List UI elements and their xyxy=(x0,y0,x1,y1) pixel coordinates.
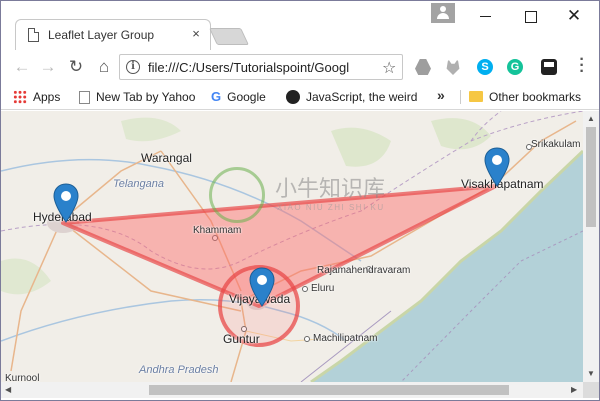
new-tab-button[interactable] xyxy=(209,28,249,45)
label-machilipatnam: Machilipatnam xyxy=(313,333,378,344)
title-bar: Leaflet Layer Group × ✕ xyxy=(1,1,599,50)
bookmark-apps[interactable]: Apps xyxy=(13,88,60,106)
bookmarks-bar: Apps New Tab by Yahoo G Google JavaScript… xyxy=(1,84,599,110)
visakhapatnam-marker-icon[interactable] xyxy=(484,147,510,187)
tab-close-icon[interactable]: × xyxy=(188,26,204,42)
leaflet-map[interactable]: 小牛知识库 XIAO NIU ZHI SHI KU Warangal Telan… xyxy=(1,111,583,382)
forest-area xyxy=(431,118,491,150)
reload-button[interactable]: ↻ xyxy=(65,55,87,79)
road xyxy=(10,220,62,372)
address-bar[interactable]: i file:///C:/Users/Tutorialspoint/Googl … xyxy=(119,54,403,80)
vijayawada-marker-icon[interactable] xyxy=(249,267,275,307)
bookmark-google[interactable]: G Google xyxy=(211,88,266,106)
bookmark-javascript[interactable]: JavaScript, the weird xyxy=(286,88,446,106)
label-warangal: Warangal xyxy=(141,151,192,165)
bookmark-label: New Tab by Yahoo xyxy=(96,90,196,104)
profile-icon[interactable] xyxy=(431,3,455,23)
label-rajamahendravaram: Rajamahendravaram xyxy=(317,265,411,276)
bookmark-label: Apps xyxy=(33,90,61,104)
hyderabad-marker-icon[interactable] xyxy=(53,183,79,223)
watermark-title: 小牛知识库 xyxy=(275,177,386,202)
more-bookmarks-icon[interactable]: » xyxy=(437,87,445,103)
info-icon[interactable]: i xyxy=(126,60,140,74)
page-icon xyxy=(79,91,90,104)
forest-area xyxy=(1,258,51,295)
watermark: 小牛知识库 XIAO NIU ZHI SHI KU xyxy=(209,167,409,227)
city-dot xyxy=(304,336,310,342)
bookmark-label: Other bookmarks xyxy=(489,90,582,104)
bookmark-label: JavaScript, the weird xyxy=(306,90,418,104)
bookmark-new-tab-by-yahoo[interactable]: New Tab by Yahoo xyxy=(79,88,195,106)
forest-area xyxy=(331,127,391,167)
js-icon xyxy=(286,90,300,104)
city-dot xyxy=(302,286,308,292)
label-eluru: Eluru xyxy=(311,283,335,294)
vertical-scrollbar[interactable]: ▲ ▼ xyxy=(583,111,599,382)
scroll-down-icon[interactable]: ▼ xyxy=(587,369,595,378)
document-icon xyxy=(28,28,39,42)
bookmarks-divider xyxy=(460,90,461,104)
browser-tab[interactable]: Leaflet Layer Group × xyxy=(15,19,211,50)
back-button[interactable]: ← xyxy=(11,55,33,79)
label-srikakulam: Srikakulam xyxy=(531,139,581,150)
browser-menu-icon[interactable]: · · · xyxy=(577,52,587,80)
grammarly-extension-icon[interactable]: G xyxy=(507,59,523,75)
watermark-logo-icon xyxy=(209,167,265,223)
watermark-subtitle: XIAO NIU ZHI SHI KU xyxy=(277,203,385,212)
home-button[interactable]: ⌂ xyxy=(93,55,115,79)
drive-extension-icon[interactable] xyxy=(415,59,431,75)
vertical-scroll-thumb[interactable] xyxy=(586,127,596,227)
bookmark-label: Google xyxy=(227,90,266,104)
url-text[interactable]: file:///C:/Users/Tutorialspoint/Googl xyxy=(148,60,376,75)
scrollbar-corner xyxy=(583,382,599,398)
bookmark-star-icon[interactable]: ☆ xyxy=(382,58,396,78)
label-kurnool: Kurnool xyxy=(5,373,40,382)
label-khammam: Khammam xyxy=(193,225,242,236)
browser-window: Leaflet Layer Group × ✕ ← → ↻ ⌂ i file:/… xyxy=(0,0,600,401)
extension-icon[interactable] xyxy=(446,59,460,75)
tab-title: Leaflet Layer Group xyxy=(48,28,155,42)
close-window-button[interactable]: ✕ xyxy=(559,6,589,26)
horizontal-scrollbar[interactable]: ◀ ▶ xyxy=(1,382,583,398)
tab-extension-icon[interactable] xyxy=(541,59,557,75)
scroll-up-icon[interactable]: ▲ xyxy=(587,114,595,123)
scroll-right-icon[interactable]: ▶ xyxy=(571,385,577,394)
label-telangana: Telangana xyxy=(113,178,164,190)
forward-button[interactable]: → xyxy=(37,55,59,79)
google-icon: G xyxy=(211,89,222,104)
browser-toolbar: ← → ↻ ⌂ i file:///C:/Users/Tutorialspoin… xyxy=(1,50,599,84)
folder-icon xyxy=(469,91,483,102)
horizontal-scroll-thumb[interactable] xyxy=(149,385,509,395)
label-guntur: Guntur xyxy=(223,332,260,346)
forest-area xyxy=(121,117,181,142)
minimize-button[interactable] xyxy=(471,6,501,26)
label-andhra-pradesh: Andhra Pradesh xyxy=(139,364,219,376)
apps-grid-icon xyxy=(13,90,27,104)
bookmark-other-bookmarks[interactable]: Other bookmarks xyxy=(469,88,581,106)
scroll-left-icon[interactable]: ◀ xyxy=(5,385,11,394)
skype-extension-icon[interactable]: S xyxy=(477,59,493,75)
maximize-button[interactable] xyxy=(515,6,545,26)
